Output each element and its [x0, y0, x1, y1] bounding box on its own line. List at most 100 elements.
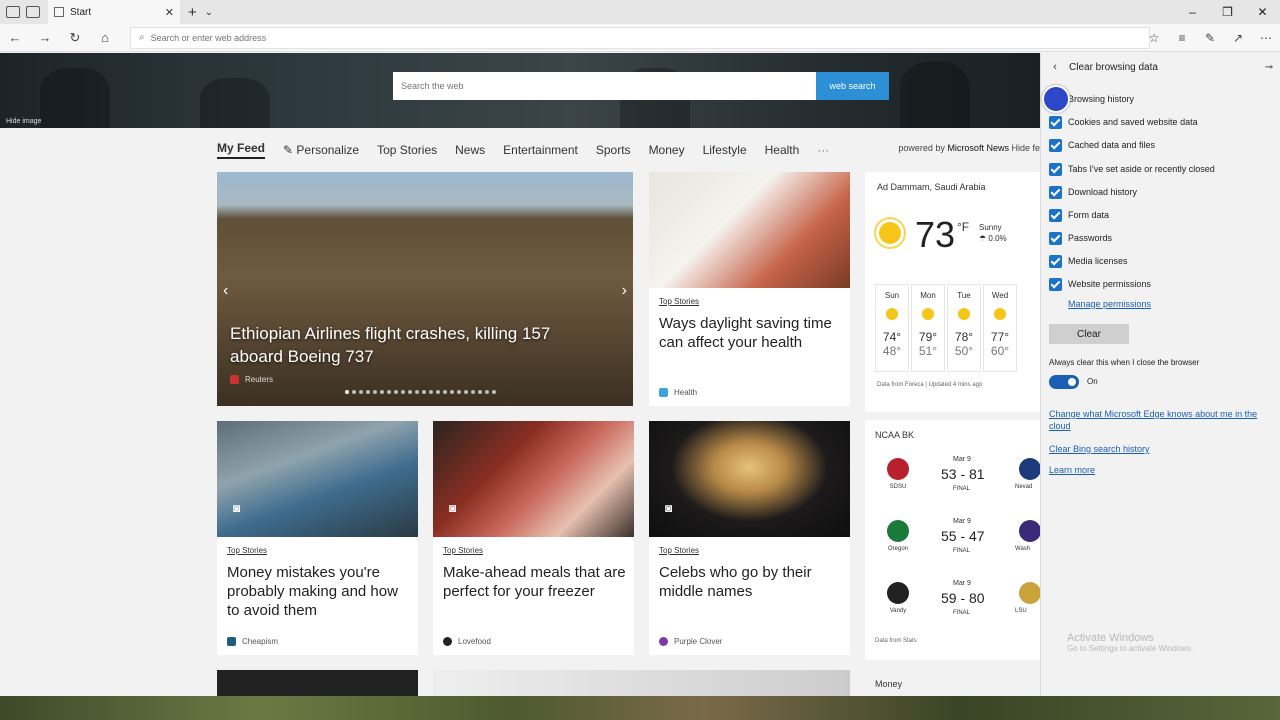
- game-row[interactable]: Vandy Mar 9 59 - 80 FINAL LSU: [875, 580, 1040, 640]
- weather-location[interactable]: Ad Dammam, Saudi Arabia: [877, 182, 986, 192]
- powered-brand[interactable]: Microsoft News: [947, 143, 1009, 153]
- celebs-card[interactable]: ◙ Top Stories Celebs who go by their mid…: [649, 421, 850, 655]
- purple-clover-logo-icon: [659, 637, 668, 646]
- hub-icon[interactable]: ≡: [1168, 31, 1196, 45]
- celebs-category[interactable]: Top Stories: [659, 546, 699, 555]
- checkbox-checked-icon[interactable]: [1049, 115, 1062, 129]
- forecast-day[interactable]: Wed 77° 60°: [983, 284, 1017, 372]
- tab-manager-icon[interactable]: [6, 6, 20, 18]
- meals-card[interactable]: ◙ Top Stories Make-ahead meals that are …: [433, 421, 634, 655]
- share-icon[interactable]: ↗: [1224, 31, 1252, 45]
- story-card-partial[interactable]: [217, 670, 418, 696]
- sports-widget[interactable]: NCAA BK SDSU Mar 9 53 - 81 FINAL Nevad O…: [865, 420, 1040, 660]
- checkbox-website-permissions[interactable]: Website permissions: [1049, 275, 1151, 293]
- daylight-category[interactable]: Top Stories: [659, 297, 699, 306]
- close-tab-icon[interactable]: ✕: [165, 6, 174, 19]
- minimize-button[interactable]: –: [1175, 0, 1210, 24]
- nav-personalize[interactable]: ✎ Personalize: [283, 143, 359, 157]
- forward-icon[interactable]: →: [30, 30, 60, 45]
- checkbox-checked-icon[interactable]: [1049, 185, 1062, 199]
- day-name: Sun: [884, 291, 900, 300]
- checkbox-checked-icon[interactable]: [1049, 138, 1062, 152]
- checkbox-form-data[interactable]: Form data: [1049, 206, 1109, 224]
- checkbox-cookies[interactable]: Cookies and saved website data: [1049, 113, 1198, 131]
- tabs-aside-icon[interactable]: [26, 6, 40, 18]
- home-icon[interactable]: ⌂: [90, 30, 120, 45]
- clear-bing-history-link[interactable]: Clear Bing search history: [1049, 444, 1150, 454]
- checkbox-checked-icon[interactable]: [1049, 254, 1062, 268]
- checkbox-checked-icon[interactable]: [1049, 208, 1062, 222]
- team-name: Vandy: [889, 608, 907, 614]
- checkbox-checked-icon[interactable]: [1049, 231, 1062, 245]
- money-mistakes-card[interactable]: ◙ Top Stories Money mistakes you're prob…: [217, 421, 418, 655]
- camera-icon: ◙: [233, 501, 241, 515]
- nav-sports[interactable]: Sports: [596, 143, 631, 157]
- checkbox-tabs-aside[interactable]: Tabs I've set aside or recently closed: [1049, 160, 1215, 178]
- daylight-card[interactable]: Top Stories Ways daylight saving time ca…: [649, 172, 850, 406]
- maximize-button[interactable]: ❐: [1210, 0, 1245, 24]
- cheapism-logo-icon: [227, 637, 236, 646]
- camera-icon: ◙: [449, 501, 457, 515]
- checkbox-media-licenses[interactable]: Media licenses: [1049, 252, 1128, 270]
- carousel-dots[interactable]: [345, 390, 499, 394]
- checkbox-checked-icon[interactable]: [1049, 162, 1062, 176]
- hide-feed-link[interactable]: Hide fe: [1011, 143, 1040, 153]
- nav-money[interactable]: Money: [649, 143, 685, 157]
- learn-more-link[interactable]: Learn more: [1049, 465, 1095, 475]
- checkbox-download-history[interactable]: Download history: [1049, 183, 1137, 201]
- checkbox-cached-data[interactable]: Cached data and files: [1049, 136, 1155, 154]
- meals-category[interactable]: Top Stories: [443, 546, 483, 555]
- weather-widget[interactable]: Ad Dammam, Saudi Arabia 73 °F Sunny ☂ 0.0…: [865, 172, 1040, 412]
- new-tab-icon[interactable]: +: [188, 4, 197, 21]
- nav-lifestyle[interactable]: Lifestyle: [703, 143, 747, 157]
- nav-news[interactable]: News: [455, 143, 485, 157]
- back-icon[interactable]: ‹: [1041, 61, 1069, 73]
- carousel-prev-icon[interactable]: ‹: [223, 282, 228, 300]
- game-row[interactable]: SDSU Mar 9 53 - 81 FINAL Nevad: [875, 456, 1040, 516]
- money-headline[interactable]: Money mistakes you're probably making an…: [227, 563, 412, 620]
- main-headline[interactable]: Ethiopian Airlines flight crashes, killi…: [230, 322, 590, 368]
- more-icon[interactable]: ⋯: [1252, 31, 1280, 45]
- meals-headline[interactable]: Make-ahead meals that are perfect for yo…: [443, 563, 628, 601]
- nav-entertainment[interactable]: Entertainment: [503, 143, 578, 157]
- url-box[interactable]: ⌕: [130, 26, 1150, 49]
- story-card-partial[interactable]: [433, 670, 850, 696]
- carousel-next-icon[interactable]: ›: [622, 282, 627, 300]
- money-section-header[interactable]: Money: [875, 679, 902, 689]
- favorites-star-icon[interactable]: ☆: [1140, 31, 1168, 45]
- money-category[interactable]: Top Stories: [227, 546, 267, 555]
- refresh-icon[interactable]: ↻: [60, 30, 90, 46]
- meals-source: Lovefood: [443, 637, 491, 646]
- nav-health[interactable]: Health: [765, 143, 800, 157]
- game-date: Mar 9: [953, 580, 971, 587]
- celebs-headline[interactable]: Celebs who go by their middle names: [659, 563, 844, 601]
- nav-top-stories[interactable]: Top Stories: [377, 143, 437, 157]
- game-row[interactable]: Oregon Mar 9 55 - 47 FINAL Wash: [875, 518, 1040, 578]
- checkbox-passwords[interactable]: Passwords: [1049, 229, 1112, 247]
- nav-my-feed[interactable]: My Feed: [217, 141, 266, 159]
- forecast-day[interactable]: Mon 79° 51°: [911, 284, 945, 372]
- close-window-button[interactable]: ✕: [1245, 0, 1280, 24]
- notes-pen-icon[interactable]: ✎: [1196, 31, 1224, 45]
- web-search-button[interactable]: web search: [816, 72, 889, 100]
- address-input[interactable]: [150, 32, 751, 43]
- clear-button[interactable]: Clear: [1049, 324, 1129, 344]
- main-story-card[interactable]: ‹ › Ethiopian Airlines flight crashes, k…: [217, 172, 633, 406]
- web-search-input[interactable]: [393, 72, 816, 100]
- checkbox-checked-icon[interactable]: [1049, 277, 1062, 291]
- forecast-day[interactable]: Tue 78° 50°: [947, 284, 981, 372]
- tab-start[interactable]: Start ✕: [48, 0, 180, 24]
- sports-header[interactable]: NCAA BK: [875, 430, 914, 440]
- nav-more-icon[interactable]: ···: [817, 143, 829, 157]
- manage-permissions-link[interactable]: Manage permissions: [1068, 299, 1151, 309]
- always-clear-toggle[interactable]: [1049, 375, 1079, 389]
- back-icon[interactable]: ←: [0, 30, 30, 45]
- pin-icon[interactable]: ⊸: [1265, 62, 1273, 73]
- tab-preview-chevron-icon[interactable]: ⌄: [205, 7, 213, 18]
- hide-image-link[interactable]: Hide image: [6, 118, 41, 125]
- precip-value: 0.0%: [988, 234, 1007, 243]
- change-cloud-data-link[interactable]: Change what Microsoft Edge knows about m…: [1049, 408, 1274, 432]
- forecast-day[interactable]: Sun 74° 48°: [875, 284, 909, 372]
- day-high: 79°: [918, 330, 938, 344]
- daylight-headline[interactable]: Ways daylight saving time can affect you…: [659, 314, 844, 352]
